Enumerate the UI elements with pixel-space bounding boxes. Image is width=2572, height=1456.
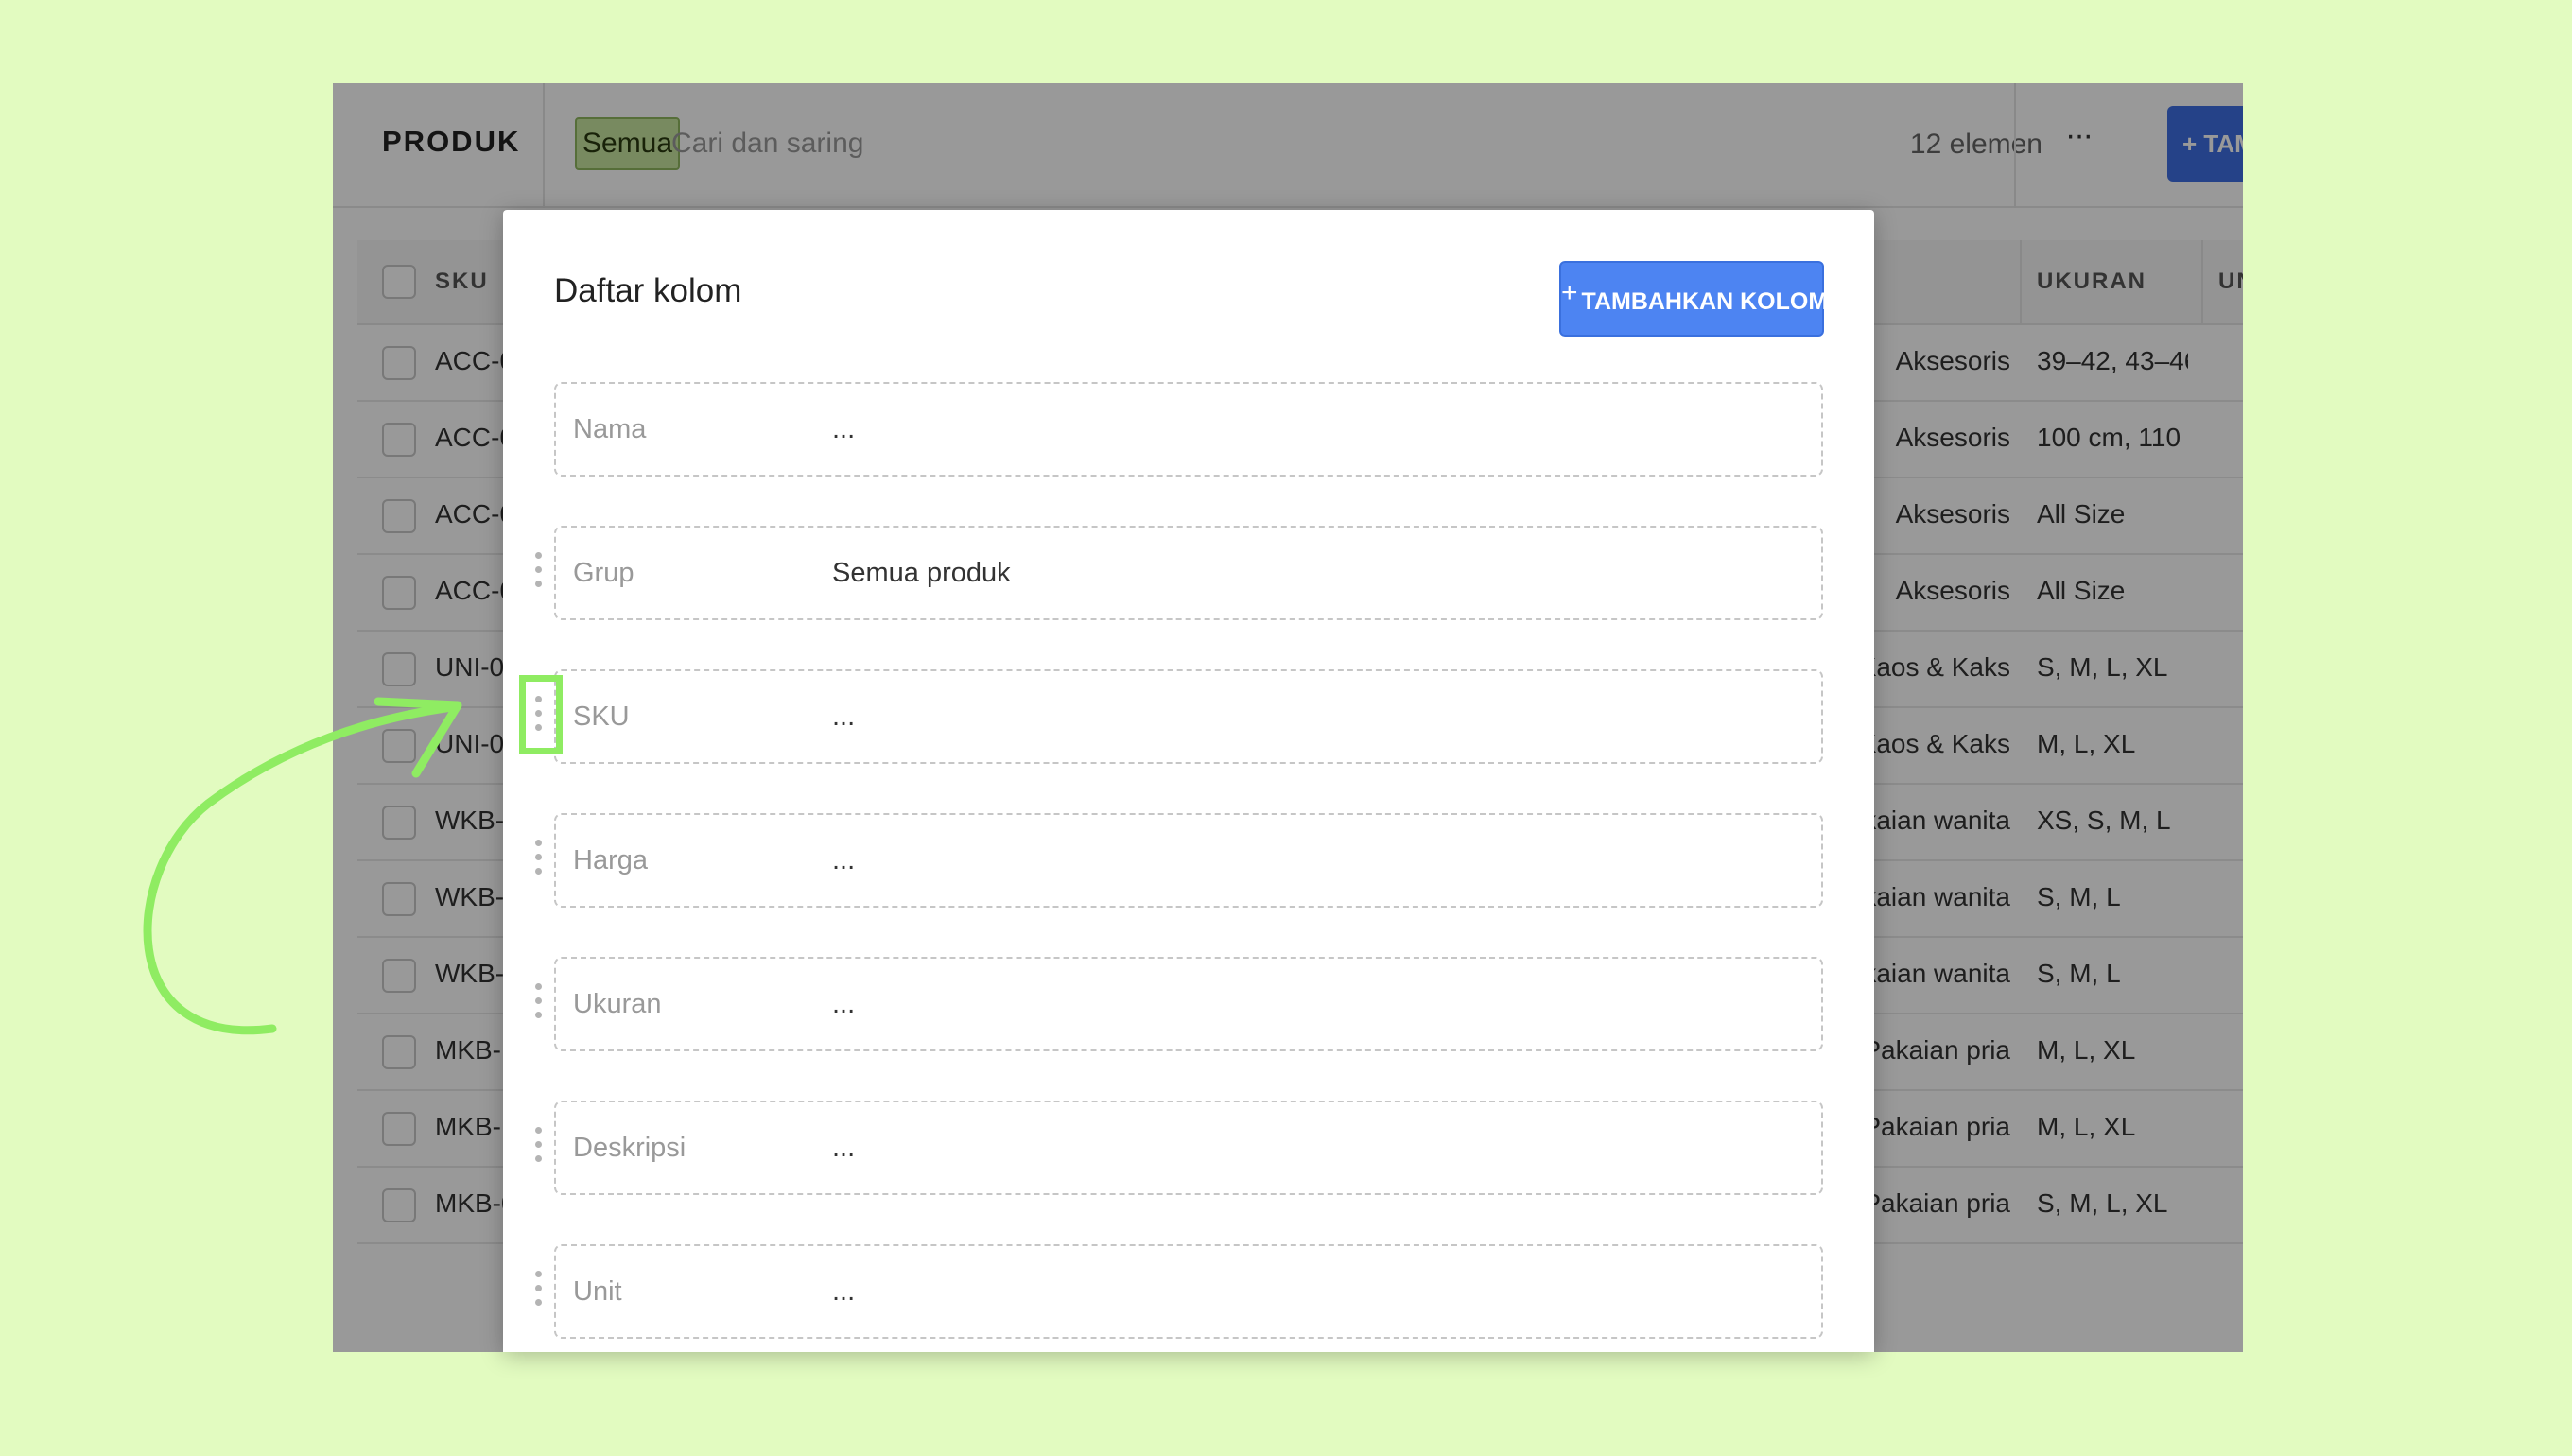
curved-arrow-icon — [143, 697, 462, 1035]
